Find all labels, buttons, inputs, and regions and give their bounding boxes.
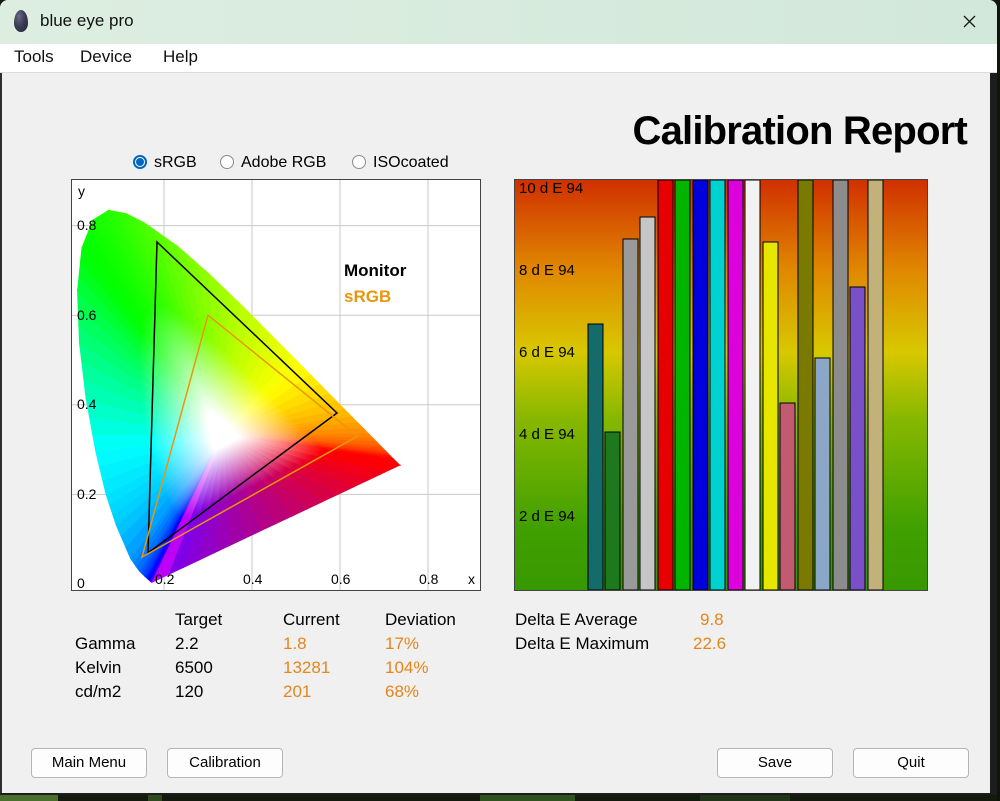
svg-text:0.8: 0.8: [77, 217, 97, 233]
svg-text:0.4: 0.4: [243, 571, 263, 587]
svg-text:y: y: [78, 183, 85, 199]
svg-text:0.2: 0.2: [77, 486, 97, 502]
svg-text:8 d E 94: 8 d E 94: [519, 262, 575, 279]
svg-text:4 d E 94: 4 d E 94: [519, 426, 575, 443]
svg-text:10 d E 94: 10 d E 94: [519, 180, 583, 197]
svg-text:6 d E 94: 6 d E 94: [519, 344, 575, 361]
svg-text:Monitor: Monitor: [344, 261, 407, 280]
svg-text:sRGB: sRGB: [344, 287, 391, 306]
svg-text:2 d E 94: 2 d E 94: [519, 508, 575, 525]
svg-text:0.8: 0.8: [419, 571, 439, 587]
svg-text:0.6: 0.6: [77, 307, 97, 323]
svg-text:0.6: 0.6: [331, 571, 351, 587]
svg-text:0: 0: [77, 575, 85, 590]
svg-text:x: x: [468, 571, 475, 587]
svg-text:0.2: 0.2: [155, 571, 175, 587]
svg-text:0.4: 0.4: [77, 396, 97, 412]
